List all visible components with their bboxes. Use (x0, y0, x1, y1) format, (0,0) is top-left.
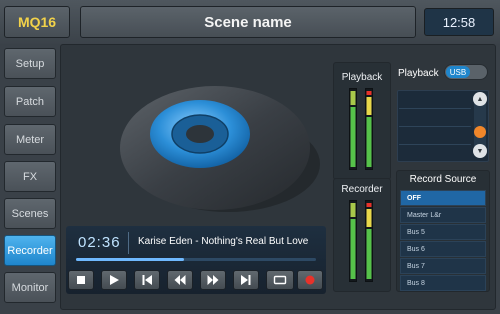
nav-monitor-button[interactable]: Monitor (4, 272, 56, 303)
divider (128, 232, 129, 254)
playback-label: Playback (398, 68, 439, 79)
loop-icon (273, 275, 287, 285)
scene-name-field[interactable]: Scene name (80, 6, 416, 38)
record-source-master[interactable]: Master L&r (400, 207, 486, 223)
record-source-off[interactable]: OFF (400, 190, 486, 206)
record-icon (305, 275, 315, 285)
next-button[interactable] (233, 270, 259, 290)
previous-button[interactable] (134, 270, 160, 290)
scroll-down-icon[interactable]: ▼ (473, 144, 487, 158)
nav-setup-button[interactable]: Setup (4, 48, 56, 79)
fast-forward-button[interactable] (200, 270, 226, 290)
nav-patch-button[interactable]: Patch (4, 86, 56, 117)
playback-meter-left (349, 88, 357, 170)
time-display: 02:36 (78, 234, 121, 251)
playback-meter-label: Playback (341, 72, 383, 83)
skip-back-icon (142, 275, 152, 285)
play-icon (110, 275, 119, 285)
nav-fx-button[interactable]: FX (4, 161, 56, 192)
brand-label: MQ16 (4, 6, 70, 38)
rewind-button[interactable] (167, 270, 193, 290)
record-source-bus-7[interactable]: Bus 7 (400, 258, 486, 274)
nav-scenes-button[interactable]: Scenes (4, 198, 56, 229)
recorder-meter-label: Recorder (341, 184, 383, 195)
meter-segments (366, 91, 372, 167)
recorder-meter-left (349, 200, 357, 282)
loop-button[interactable] (266, 270, 294, 290)
record-source-bus-6[interactable]: Bus 6 (400, 241, 486, 257)
stop-icon (77, 276, 85, 284)
meter-segments (366, 203, 372, 279)
record-source-bus-5[interactable]: Bus 5 (400, 224, 486, 240)
meter-segments (350, 91, 356, 167)
fast-forward-icon (207, 275, 219, 285)
recorder-meter-right (365, 200, 373, 282)
disc-graphic (120, 86, 320, 212)
skip-forward-icon (241, 275, 251, 285)
play-button[interactable] (101, 270, 127, 290)
record-source-title: Record Source (409, 174, 477, 185)
list-divider (399, 144, 471, 145)
meter-segments (350, 203, 356, 279)
record-source-bus-8[interactable]: Bus 8 (400, 275, 486, 291)
record-button[interactable] (297, 270, 323, 290)
scrollbar-thumb[interactable] (474, 126, 486, 138)
list-divider (399, 108, 471, 109)
recorder-meter-panel (333, 178, 391, 292)
usb-badge: USB (446, 66, 470, 78)
scroll-up-icon[interactable]: ▲ (473, 92, 487, 106)
rewind-icon (174, 275, 186, 285)
stop-button[interactable] (68, 270, 94, 290)
nav-meter-button[interactable]: Meter (4, 124, 56, 155)
list-divider (399, 126, 471, 127)
playback-meter-right (365, 88, 373, 170)
nav-recorder-button[interactable]: Recorder (4, 235, 56, 266)
track-title: Karise Eden - Nothing's Real But Love (138, 236, 309, 247)
clock-display: 12:58 (424, 8, 494, 36)
progress-fill (76, 258, 184, 261)
